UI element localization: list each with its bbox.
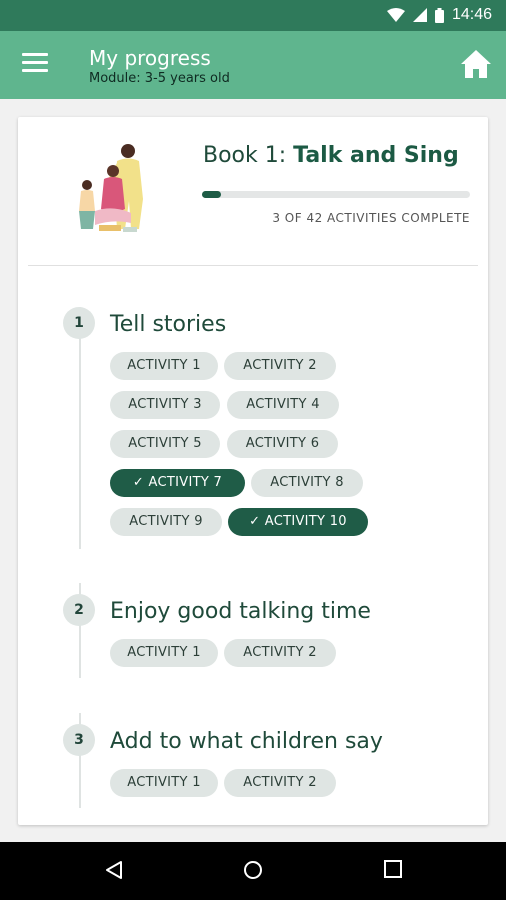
activity-chip[interactable]: ACTIVITY 2 [224, 352, 336, 380]
menu-button[interactable] [22, 53, 48, 75]
page-subtitle: Module: 3-5 years old [89, 71, 230, 86]
activity-chip[interactable]: ACTIVITY 8 [251, 469, 363, 497]
activity-chip[interactable]: ACTIVITY 5 [110, 430, 220, 458]
back-icon[interactable] [104, 860, 124, 880]
section-title: Tell stories [110, 312, 227, 337]
activity-chip[interactable]: ACTIVITY 1 [110, 639, 218, 667]
activity-chip[interactable]: ACTIVITY 2 [224, 639, 336, 667]
book-title: Book 1: Talk and Sing [203, 143, 459, 168]
activity-chip[interactable]: ACTIVITY 3 [110, 391, 220, 419]
menu-icon [22, 53, 48, 56]
section-number: 3 [63, 724, 95, 756]
activity-chip[interactable]: ACTIVITY 9 [110, 508, 222, 536]
check-icon: ✓ [249, 514, 265, 529]
section-number: 2 [63, 594, 95, 626]
page-title: My progress [89, 46, 211, 70]
status-time: 14:46 [451, 6, 492, 23]
check-icon: ✓ [132, 475, 149, 490]
progress-bar [202, 191, 470, 198]
book-title-name: Talk and Sing [293, 143, 459, 168]
recents-icon[interactable] [384, 860, 402, 878]
section-number: 1 [63, 307, 95, 339]
home-circle-icon[interactable] [243, 860, 263, 880]
system-nav-bar [0, 842, 506, 900]
section-timeline [79, 307, 81, 549]
divider [28, 265, 478, 266]
battery-icon [434, 7, 444, 23]
section-title: Enjoy good talking time [110, 599, 371, 624]
activity-chip[interactable]: ACTIVITY 4 [227, 391, 339, 419]
activity-chip[interactable]: ACTIVITY 1 [110, 352, 218, 380]
book-illustration [79, 144, 143, 232]
activity-chip[interactable]: ACTIVITY 1 [110, 769, 218, 797]
wifi-icon [386, 8, 405, 22]
activity-chip[interactable]: ✓ ACTIVITY 10 [228, 508, 368, 536]
activity-chip[interactable]: ✓ ACTIVITY 7 [110, 469, 245, 497]
progress-text: 3 OF 42 ACTIVITIES COMPLETE [272, 211, 470, 225]
activity-chip[interactable]: ACTIVITY 2 [224, 769, 336, 797]
book-title-prefix: Book 1: [203, 143, 287, 168]
section-title: Add to what children say [110, 729, 383, 754]
app-bar: My progress Module: 3-5 years old [0, 31, 506, 99]
home-icon[interactable] [460, 49, 492, 79]
progress-bar-fill [202, 191, 222, 198]
status-bar: 14:46 [0, 0, 506, 31]
progress-card: Book 1: Talk and Sing 3 OF 42 ACTIVITIES… [18, 117, 488, 825]
signal-icon [412, 8, 427, 22]
activity-chip[interactable]: ACTIVITY 6 [227, 430, 338, 458]
